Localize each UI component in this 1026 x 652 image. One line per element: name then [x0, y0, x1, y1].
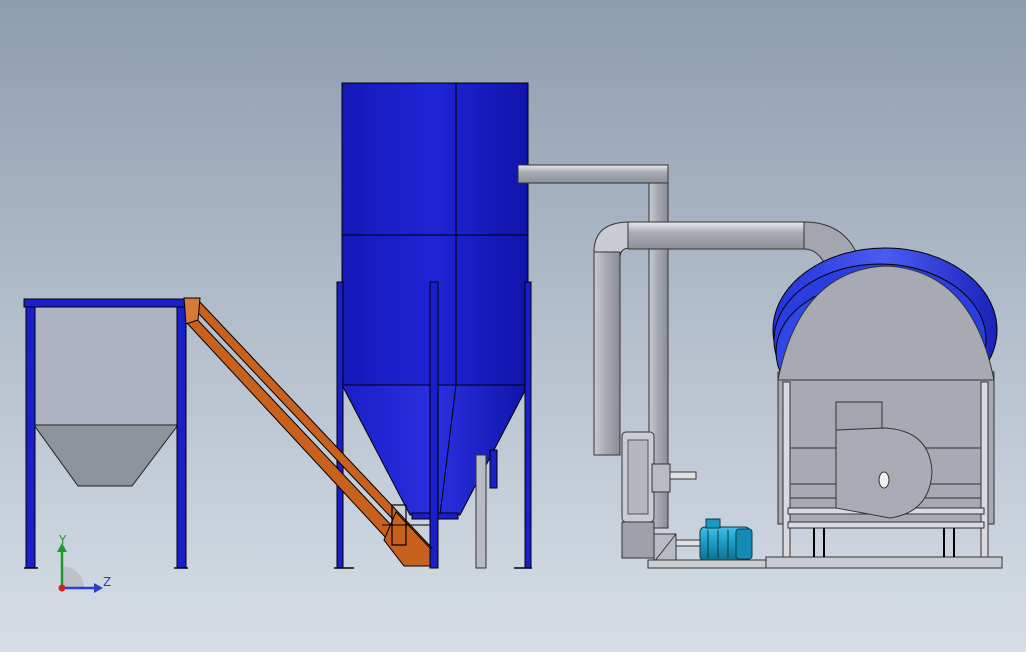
- hopper-leg-left: [25, 306, 36, 569]
- motor-baseplate: [647, 559, 767, 569]
- hopper-leg-right: [176, 306, 187, 569]
- drum-frame-post-left: [782, 381, 791, 558]
- triad-arc: [62, 566, 84, 588]
- motor-terminal-box: [705, 518, 721, 529]
- duct-top-run: [627, 221, 805, 250]
- coordinate-triad: Y Z: [57, 533, 111, 593]
- assembly-drawing[interactable]: Y Z: [0, 0, 1026, 652]
- duct-left-down: [593, 249, 621, 456]
- blower-housing-inner: [627, 439, 649, 515]
- triad-z-arrowhead: [94, 583, 103, 593]
- blower-flange: [651, 463, 671, 493]
- blower-assembly[interactable]: [621, 431, 767, 569]
- silo-support-grey: [475, 454, 487, 569]
- drum-baseplate: [765, 556, 1003, 569]
- hopper-cone: [33, 424, 180, 487]
- storage-silo[interactable]: [334, 82, 532, 569]
- blower-shaft: [669, 471, 697, 480]
- silo-leg-3: [524, 281, 532, 569]
- silo-leg-1: [336, 281, 344, 569]
- triad-x-axis: [58, 584, 66, 592]
- duct-horizontal: [517, 164, 669, 184]
- silo-leg-4: [489, 449, 498, 489]
- hopper-body: [33, 306, 179, 426]
- rotary-drum[interactable]: [765, 247, 1003, 569]
- drum-frame-rail-base: [787, 521, 985, 529]
- blower-lower-box: [621, 521, 655, 559]
- hopper-top-rim: [23, 298, 189, 308]
- motor-fan-cover: [735, 528, 753, 560]
- triad-y-label: Y: [58, 533, 67, 547]
- cad-viewport[interactable]: Y Z: [0, 0, 1026, 652]
- silo-leg-2: [429, 281, 439, 569]
- feed-hopper[interactable]: [23, 298, 189, 569]
- drum-frame-post-right: [980, 381, 989, 558]
- triad-z-label: Z: [103, 575, 111, 589]
- conveyor-top-cap: [183, 297, 201, 325]
- fan-hub: [878, 471, 890, 489]
- motor-shaft: [675, 539, 701, 547]
